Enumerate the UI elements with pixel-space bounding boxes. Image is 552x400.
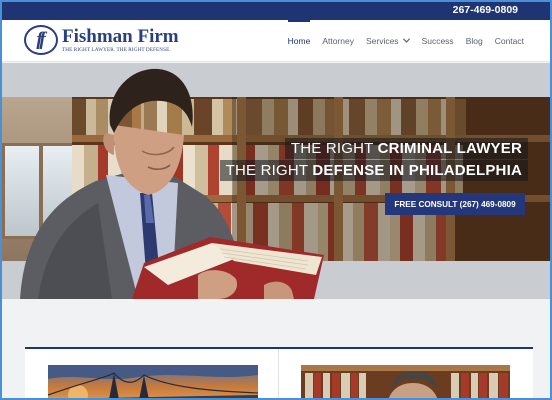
- logo-monogram: ff: [36, 29, 45, 50]
- cards-divider: [278, 349, 279, 398]
- logo-monogram-icon: ff: [24, 25, 58, 55]
- content-section: [2, 299, 550, 398]
- main-nav: Home Attorney Services Success Blog Cont…: [282, 20, 530, 62]
- browser-frame: 267-469-0809 ff Fishman Firm THE RIGHT L…: [0, 0, 552, 400]
- hero-headline: THE RIGHT CRIMINAL LAWYER THE RIGHT DEFE…: [219, 138, 528, 182]
- headline-line1-emphasis: CRIMINAL LAWYER: [377, 140, 522, 157]
- nav-item-success[interactable]: Success: [416, 20, 460, 62]
- top-bar: 267-469-0809: [2, 2, 550, 20]
- topbar-phone-link[interactable]: 267-469-0809: [453, 4, 518, 16]
- attorney-office-image[interactable]: [301, 365, 510, 398]
- site-logo[interactable]: ff Fishman Firm THE RIGHT LAWYER. THE RI…: [24, 25, 179, 55]
- logo-text: Fishman Firm THE RIGHT LAWYER. THE RIGHT…: [62, 27, 179, 53]
- site-header: ff Fishman Firm THE RIGHT LAWYER. THE RI…: [2, 20, 550, 62]
- nav-item-services-label: Services: [365, 36, 399, 46]
- nav-item-services[interactable]: Services: [360, 20, 416, 62]
- headline-line2-prefix: THE RIGHT: [225, 162, 313, 179]
- chevron-down-icon: [402, 37, 410, 45]
- headline-line2-emphasis: DEFENSE IN PHILADELPHIA: [312, 162, 522, 179]
- nav-item-home[interactable]: Home: [282, 20, 317, 62]
- headline-line1-prefix: THE RIGHT: [290, 140, 378, 157]
- nav-item-attorney[interactable]: Attorney: [316, 20, 360, 62]
- nav-item-blog[interactable]: Blog: [460, 20, 489, 62]
- brand-name: Fishman Firm: [62, 26, 179, 47]
- philadelphia-bridge-image[interactable]: [48, 365, 258, 398]
- brand-tagline: THE RIGHT LAWYER. THE RIGHT DEFENSE.: [62, 47, 171, 53]
- free-consult-button[interactable]: FREE CONSULT (267) 469-0809: [385, 193, 525, 215]
- nav-item-contact[interactable]: Contact: [489, 20, 530, 62]
- hero-banner: THE RIGHT CRIMINAL LAWYER THE RIGHT DEFE…: [2, 63, 550, 299]
